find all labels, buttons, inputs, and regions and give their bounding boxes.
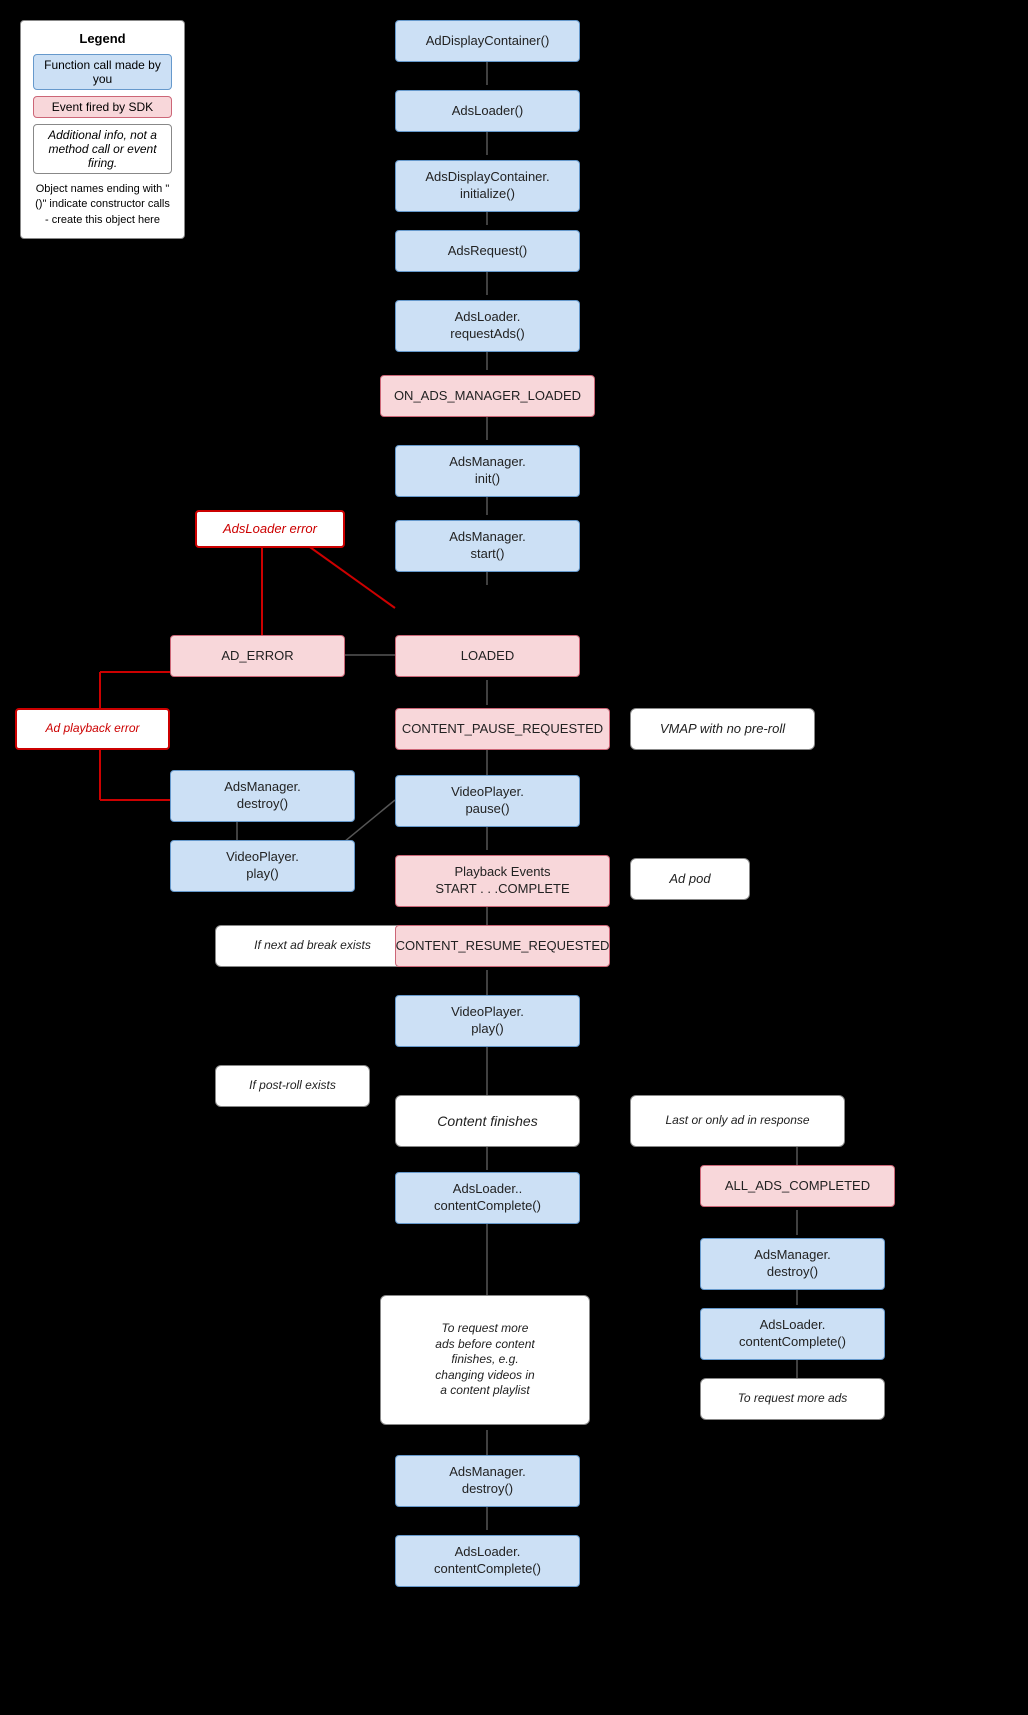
legend: Legend Function call made by you Event f… <box>20 20 185 239</box>
node-loaded: LOADED <box>395 635 580 677</box>
node-last-or-only-ad: Last or only ad in response <box>630 1095 845 1147</box>
node-ad-playback-error: Ad playback error <box>15 708 170 750</box>
node-ads-manager-init: AdsManager. init() <box>395 445 580 497</box>
legend-item-italic: Additional info, not a method call or ev… <box>33 124 172 174</box>
node-ads-display-container-init: AdsDisplayContainer. initialize() <box>395 160 580 212</box>
node-content-finishes: Content finishes <box>395 1095 580 1147</box>
node-playback-events: Playback Events START . . .COMPLETE <box>395 855 610 907</box>
node-ads-manager-start: AdsManager. start() <box>395 520 580 572</box>
legend-title: Legend <box>33 31 172 46</box>
node-content-pause-requested: CONTENT_PAUSE_REQUESTED <box>395 708 610 750</box>
legend-pink-box: Event fired by SDK <box>33 96 172 118</box>
node-ads-manager-destroy-2: AdsManager. destroy() <box>700 1238 885 1290</box>
node-content-resume-requested: CONTENT_RESUME_REQUESTED <box>395 925 610 967</box>
node-ads-loader: AdsLoader() <box>395 90 580 132</box>
legend-item-pink: Event fired by SDK <box>33 96 172 118</box>
node-to-request-more-ads-before: To request more ads before content finis… <box>380 1295 590 1425</box>
node-ads-loader-request-ads: AdsLoader. requestAds() <box>395 300 580 352</box>
node-ads-loader-content-complete-1: AdsLoader.. contentComplete() <box>395 1172 580 1224</box>
node-ad-error: AD_ERROR <box>170 635 345 677</box>
node-ads-loader-error: AdsLoader error <box>195 510 345 548</box>
legend-italic-box: Additional info, not a method call or ev… <box>33 124 172 174</box>
node-on-ads-manager-loaded: ON_ADS_MANAGER_LOADED <box>380 375 595 417</box>
legend-note: Object names ending with "()" indicate c… <box>33 182 172 228</box>
legend-item-blue: Function call made by you <box>33 54 172 90</box>
node-to-request-more-ads: To request more ads <box>700 1378 885 1420</box>
node-if-post-roll: If post-roll exists <box>215 1065 370 1107</box>
node-ads-loader-content-complete-3: AdsLoader. contentComplete() <box>395 1535 580 1587</box>
node-video-player-pause: VideoPlayer. pause() <box>395 775 580 827</box>
node-video-player-play-2: VideoPlayer. play() <box>395 995 580 1047</box>
diagram-container: Legend Function call made by you Event f… <box>0 0 1028 1715</box>
node-ads-manager-destroy-3: AdsManager. destroy() <box>395 1455 580 1507</box>
node-vmap-no-pre-roll: VMAP with no pre-roll <box>630 708 815 750</box>
node-ad-pod: Ad pod <box>630 858 750 900</box>
node-video-player-play-1: VideoPlayer. play() <box>170 840 355 892</box>
node-all-ads-completed: ALL_ADS_COMPLETED <box>700 1165 895 1207</box>
node-ads-request: AdsRequest() <box>395 230 580 272</box>
node-ads-manager-destroy-1: AdsManager. destroy() <box>170 770 355 822</box>
legend-blue-box: Function call made by you <box>33 54 172 90</box>
node-if-next-ad-break: If next ad break exists <box>215 925 410 967</box>
node-ad-display-container: AdDisplayContainer() <box>395 20 580 62</box>
node-ads-loader-content-complete-2: AdsLoader. contentComplete() <box>700 1308 885 1360</box>
